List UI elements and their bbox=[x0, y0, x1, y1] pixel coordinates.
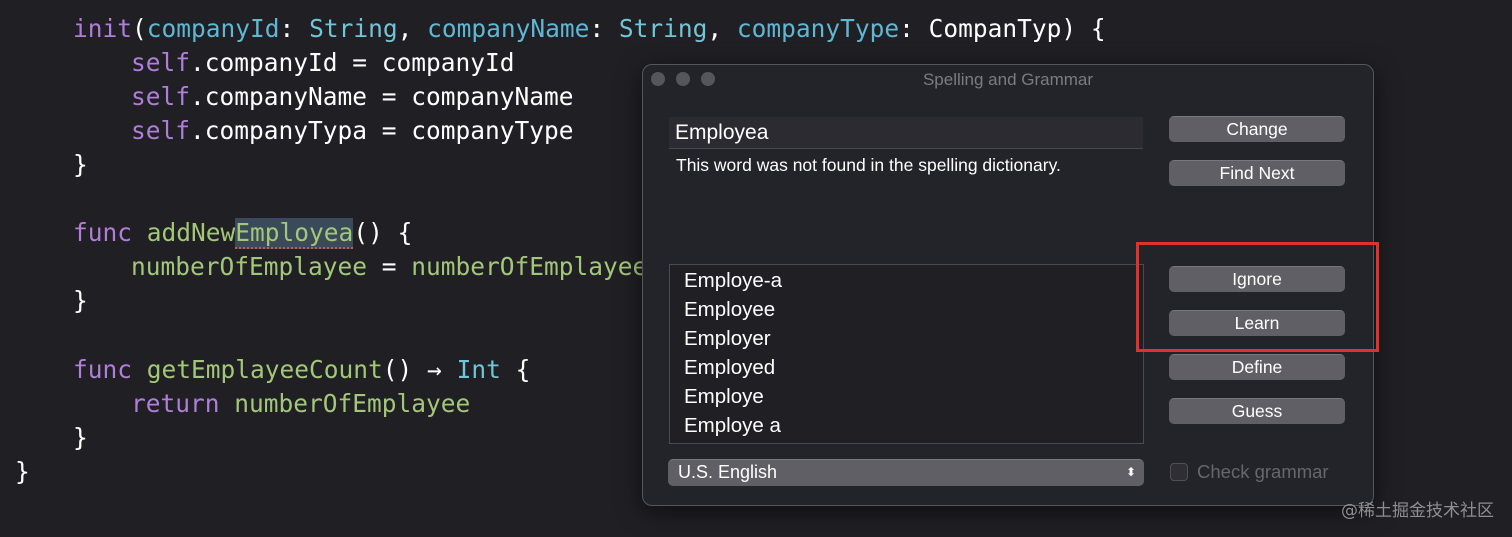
guess-button[interactable]: Guess bbox=[1169, 398, 1345, 424]
code-token-keyword: func bbox=[73, 355, 133, 384]
code-token-function: addNew bbox=[146, 218, 236, 247]
suggestion-item[interactable]: Employe-a bbox=[670, 266, 1143, 295]
code-token-keyword: self bbox=[131, 116, 191, 145]
code-line-increment: numberOfEmplayee = numberOfEmplayee bbox=[131, 250, 647, 284]
suggestion-item[interactable]: Employe bbox=[670, 382, 1143, 411]
code-token-variable: numberOfEmplayee bbox=[131, 252, 368, 281]
define-button[interactable]: Define bbox=[1169, 354, 1345, 380]
code-line-func-add: func addNewEmployea() { bbox=[73, 216, 412, 250]
misspelled-word-highlight[interactable]: Employea bbox=[235, 218, 354, 249]
code-token-type: String bbox=[309, 14, 398, 43]
ignore-button[interactable]: Ignore bbox=[1169, 266, 1345, 292]
language-select-value: U.S. English bbox=[678, 462, 778, 482]
code-token-punct: { bbox=[500, 355, 531, 384]
spelling-message: This word was not found in the spelling … bbox=[676, 155, 1061, 175]
code-token-function: getEmplayeeCount bbox=[146, 355, 383, 384]
code-token-keyword: init bbox=[73, 14, 133, 43]
code-token-variable: numberOfEmplayee bbox=[234, 389, 471, 418]
code-token-punct: () { bbox=[353, 218, 413, 247]
code-line-assign-type: self.companyTypa = companyType bbox=[131, 114, 574, 148]
code-token-punct: , bbox=[397, 14, 428, 43]
code-token-type: String bbox=[618, 14, 708, 43]
code-line-func-get: func getEmplayeeCount() → Int { bbox=[73, 353, 530, 387]
code-token-variable: numberOfEmplayee bbox=[411, 252, 648, 281]
check-grammar-label: Check grammar bbox=[1197, 461, 1329, 482]
code-token-punct: , bbox=[707, 14, 737, 43]
misspelled-word-field[interactable]: Employea bbox=[669, 117, 1143, 149]
code-token-param: companyType bbox=[736, 14, 900, 43]
language-select[interactable]: U.S. English ⬍ bbox=[668, 459, 1144, 486]
code-token-punct: : bbox=[589, 14, 619, 43]
code-line-close-brace: } bbox=[73, 423, 88, 452]
dialog-titlebar[interactable]: Spelling and Grammar bbox=[643, 65, 1373, 95]
suggestion-item[interactable]: Employer bbox=[670, 324, 1143, 353]
code-token-keyword: self bbox=[131, 82, 191, 111]
code-token-keyword: return bbox=[131, 389, 220, 418]
suggestion-item[interactable]: Employe a bbox=[670, 411, 1143, 440]
code-line-init: init(companyId: String, companyName: Str… bbox=[73, 12, 1106, 46]
dialog-title: Spelling and Grammar bbox=[922, 70, 1094, 89]
code-token-param: companyId bbox=[146, 14, 280, 43]
code-token-type: Int bbox=[456, 355, 501, 384]
code-line-assign-id: self.companyId = companyId bbox=[131, 46, 515, 80]
code-token-text: .companyTypa = companyType bbox=[190, 116, 574, 145]
code-line-close-brace: } bbox=[73, 286, 88, 315]
watermark: @稀土掘金技术社区 bbox=[1341, 501, 1494, 521]
suggestion-item[interactable]: Employed bbox=[670, 353, 1143, 382]
suggestions-list[interactable]: Employe-a Employee Employer Employed Emp… bbox=[669, 264, 1144, 444]
code-token-text: .companyId = companyId bbox=[190, 48, 515, 77]
code-token-keyword: self bbox=[131, 48, 191, 77]
code-token-punct: : bbox=[279, 14, 310, 43]
code-token-param: companyName bbox=[427, 14, 590, 43]
code-token-punct: () → bbox=[382, 355, 457, 384]
code-token-punct: ( bbox=[132, 14, 147, 43]
suggestion-item[interactable]: Employee bbox=[670, 295, 1143, 324]
code-line-close-brace: } bbox=[15, 457, 30, 486]
code-token-text: .companyName = companyName bbox=[190, 82, 574, 111]
code-line-close-brace: } bbox=[73, 150, 88, 179]
code-line-return: return numberOfEmplayee bbox=[131, 387, 470, 421]
spelling-grammar-dialog: Spelling and Grammar Employea This word … bbox=[642, 64, 1374, 506]
learn-button[interactable]: Learn bbox=[1169, 310, 1345, 336]
find-next-button[interactable]: Find Next bbox=[1169, 160, 1345, 186]
code-line-assign-name: self.companyName = companyName bbox=[131, 80, 574, 114]
change-button[interactable]: Change bbox=[1169, 116, 1345, 142]
code-token-punct: = bbox=[367, 252, 412, 281]
code-token-punct: : CompanTyp) { bbox=[899, 14, 1106, 43]
check-grammar-checkbox[interactable] bbox=[1170, 463, 1188, 481]
chevron-up-down-icon: ⬍ bbox=[1125, 465, 1136, 479]
code-token-keyword: func bbox=[73, 218, 133, 247]
